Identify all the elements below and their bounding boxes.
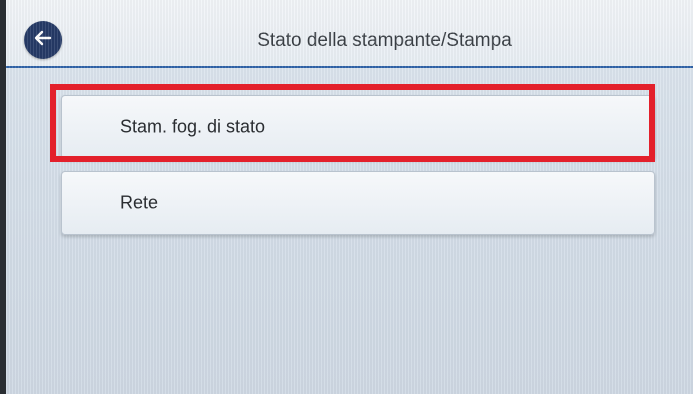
printer-screen: Stato della stampante/Stampa Stam. fog. … bbox=[6, 0, 693, 394]
menu-item-label: Rete bbox=[120, 192, 159, 213]
menu-item-label: Stam. fog. di stato bbox=[120, 116, 266, 137]
page-title: Stato della stampante/Stampa bbox=[257, 30, 512, 51]
menu-item-network[interactable]: Rete bbox=[61, 171, 655, 235]
back-button[interactable] bbox=[24, 21, 62, 59]
menu-item-status-sheet[interactable]: Stam. fog. di stato bbox=[61, 95, 655, 159]
header-bar: Stato della stampante/Stampa bbox=[6, 0, 693, 68]
arrow-left-icon bbox=[32, 27, 54, 54]
